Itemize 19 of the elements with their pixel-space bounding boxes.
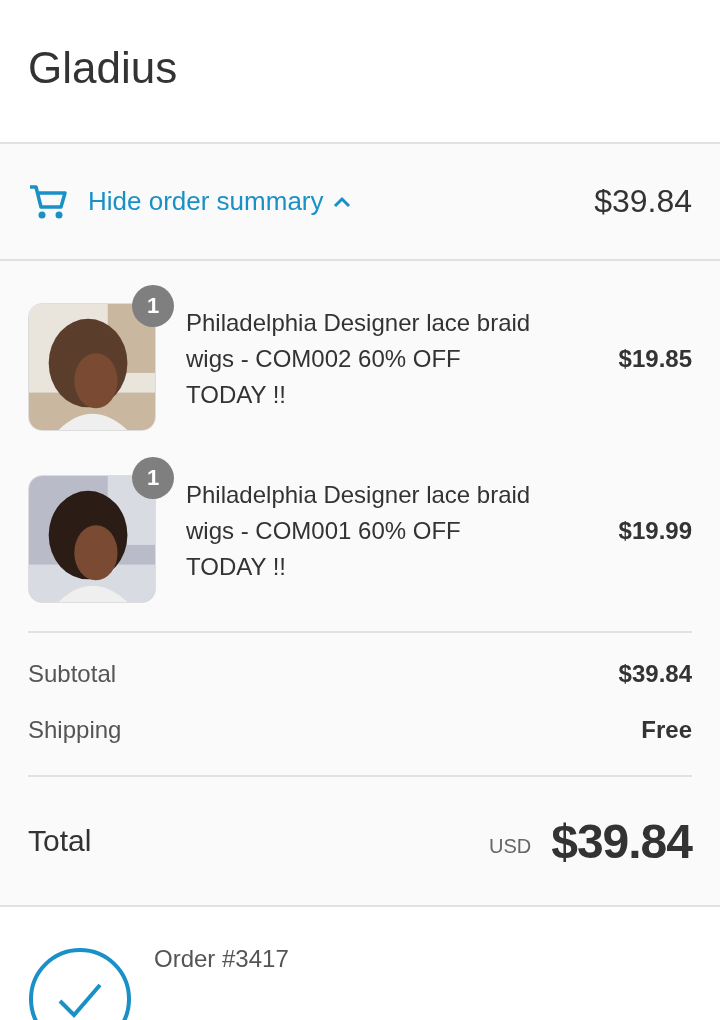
- hide-summary-button[interactable]: Hide order summary: [28, 182, 352, 221]
- chevron-icon: [331, 195, 352, 208]
- quantity-badge: 1: [132, 285, 174, 327]
- quantity-badge: 1: [132, 457, 174, 499]
- cost-label: Subtotal: [28, 660, 117, 688]
- summary-total: $39.84: [594, 183, 692, 220]
- total-amount: $39.84: [551, 813, 692, 869]
- cost-label: Shipping: [28, 716, 122, 744]
- currency-code: USD: [488, 834, 532, 858]
- product-name: Philadelphia Designer lace braid wigs - COM001 60% OFF TODAY !!: [186, 480, 532, 582]
- cart-icon: [28, 182, 68, 221]
- total-label: Total: [28, 824, 93, 858]
- cost-value: $39.84: [618, 660, 692, 688]
- order-number: Order #3417: [154, 945, 289, 973]
- product-name: Philadelphia Designer lace braid wigs - COM002 60% OFF TODAY !!: [186, 308, 532, 410]
- store-title: Gladius: [28, 43, 178, 94]
- product-price: $19.85: [618, 345, 692, 373]
- cost-value: Free: [641, 716, 692, 744]
- product-price: $19.99: [618, 517, 692, 545]
